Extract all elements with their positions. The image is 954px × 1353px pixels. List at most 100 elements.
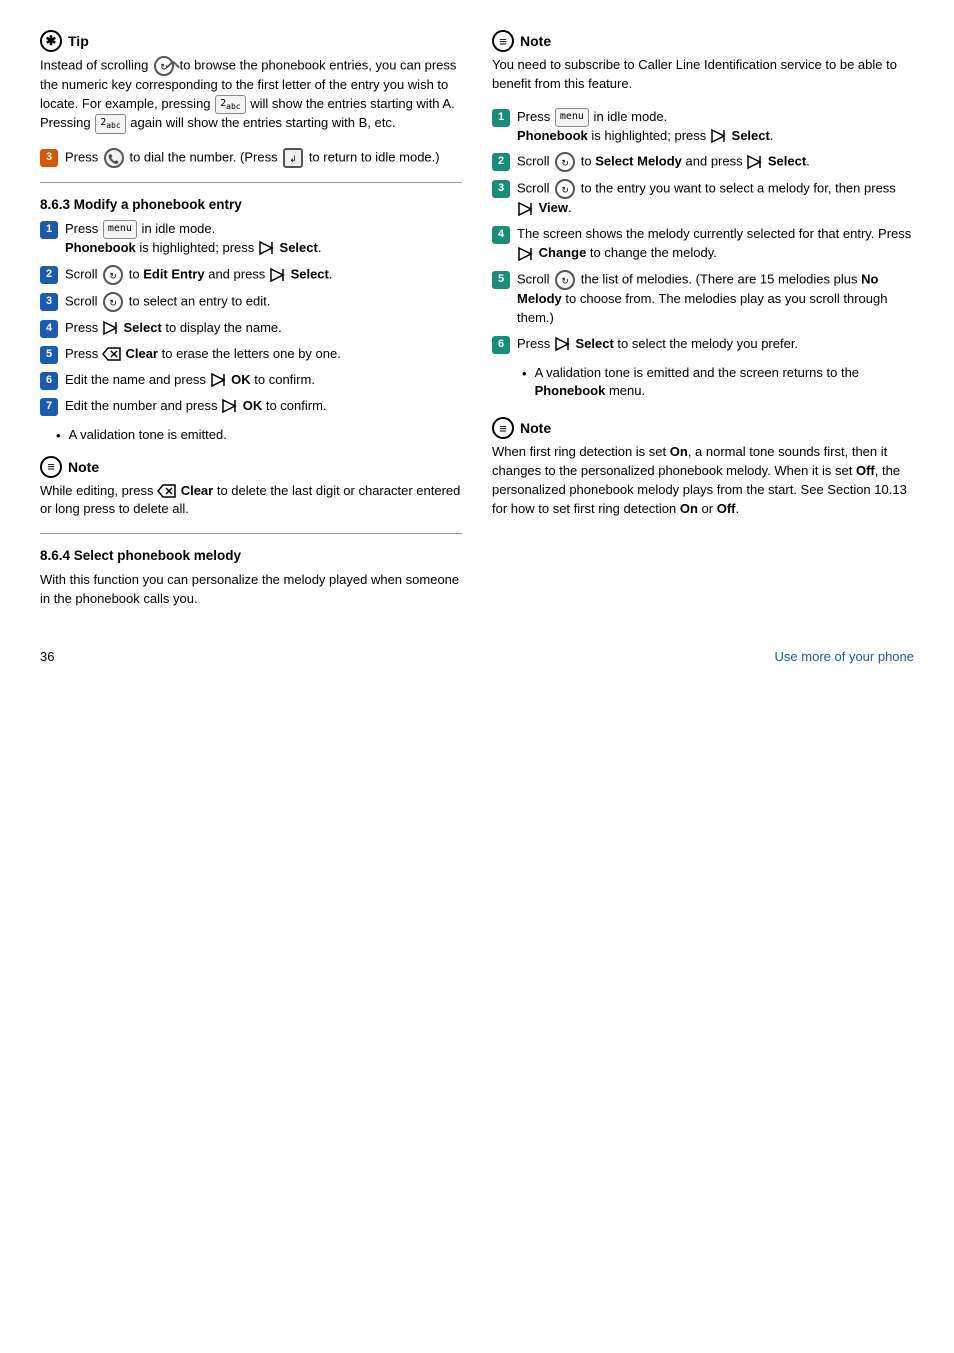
menu-btn: menu: [103, 220, 137, 239]
note-icon-editing: ≡: [40, 456, 62, 478]
bullet-dot: •: [56, 427, 61, 446]
step-863-2: 2 Scroll ↻ to Edit Entry and press Selec…: [40, 265, 462, 285]
section-863-steps: 1 Press menu in idle mode. Phonebook is …: [40, 220, 462, 416]
scroll-icon-3: ↻: [103, 292, 123, 312]
scroll-icon-2: ↻: [103, 265, 123, 285]
select-btn-r2: [746, 154, 764, 170]
scroll-icon-r2: ↻: [555, 152, 575, 172]
step-863-1: 1 Press menu in idle mode. Phonebook is …: [40, 220, 462, 258]
note-right-content: You need to subscribe to Caller Line Ide…: [492, 56, 914, 94]
select-btn-r3: [517, 201, 535, 217]
step-num-right-2: 2: [492, 153, 510, 171]
step-text-863-1: Press menu in idle mode. Phonebook is hi…: [65, 220, 321, 258]
page-footer: 36 Use more of your phone: [40, 649, 914, 664]
talk-icon: 📞: [104, 148, 124, 168]
footer-section: Use more of your phone: [775, 649, 914, 664]
note-right-label: Note: [520, 33, 551, 49]
note-editing-label: Note: [68, 459, 99, 475]
863-bullet: • A validation tone is emitted.: [40, 426, 462, 446]
note-editing-header: ≡ Note: [40, 456, 462, 478]
step-num-863-3: 3: [40, 293, 58, 311]
step-num-863-5: 5: [40, 346, 58, 364]
clear-btn-note: [157, 483, 177, 499]
select-btn-4: [102, 320, 120, 336]
ok-btn-7: [221, 398, 239, 414]
right-bullet: • A validation tone is emitted and the s…: [492, 364, 914, 402]
step-863-7: 7 Edit the number and press OK to confir…: [40, 397, 462, 416]
divider-2: [40, 533, 462, 534]
step-text-863-4: Press Select to display the name.: [65, 319, 282, 338]
menu-btn-r1: menu: [555, 108, 589, 127]
step-text-863-6: Edit the name and press OK to confirm.: [65, 371, 315, 390]
step-text-right-2: Scroll ↻ to Select Melody and press Sele…: [517, 152, 810, 172]
left-column: ✱ Tip Instead of scrolling ↻ to browse t…: [40, 30, 462, 609]
scroll-icon-r5: ↻: [555, 270, 575, 290]
note-editing-content: While editing, press Clear to delete the…: [40, 482, 462, 520]
right-column: ≡ Note You need to subscribe to Caller L…: [492, 30, 914, 609]
section-864-header: 8.6.4 Select phonebook melody: [40, 548, 462, 563]
step-863-3: 3 Scroll ↻ to select an entry to edit.: [40, 292, 462, 312]
scroll-icon-r3: ↻: [555, 179, 575, 199]
page-layout: ✱ Tip Instead of scrolling ↻ to browse t…: [40, 30, 914, 609]
step-right-6: 6 Press Select to select the melody you …: [492, 335, 914, 354]
step-text-tip3: Press 📞 to dial the number. (Press ↲ to …: [65, 148, 440, 168]
note-bottom-right: ≡ Note When first ring detection is set …: [492, 417, 914, 518]
step-num-right-1: 1: [492, 109, 510, 127]
step-text-right-5: Scroll ↻ the list of melodies. (There ar…: [517, 270, 914, 328]
step-863-6: 6 Edit the name and press OK to confirm.: [40, 371, 462, 390]
right-bullet-text: A validation tone is emitted and the scr…: [535, 364, 914, 402]
note-editing: ≡ Note While editing, press Clear to del…: [40, 456, 462, 520]
right-steps-list: 1 Press menu in idle mode. Phonebook is …: [492, 108, 914, 354]
step-num-right-5: 5: [492, 271, 510, 289]
divider-1: [40, 182, 462, 183]
tip-box: ✱ Tip Instead of scrolling ↻ to browse t…: [40, 30, 462, 134]
step-num-863-1: 1: [40, 221, 58, 239]
step-num-right-6: 6: [492, 336, 510, 354]
step-num-863-4: 4: [40, 320, 58, 338]
right-bullet-dot: •: [522, 365, 527, 402]
tip-label: Tip: [68, 33, 89, 49]
step-right-1: 1 Press menu in idle mode. Phonebook is …: [492, 108, 914, 146]
step-num-right-3: 3: [492, 180, 510, 198]
tip-header: ✱ Tip: [40, 30, 462, 52]
step-right-4: 4 The screen shows the melody currently …: [492, 225, 914, 263]
ok-btn-6: [210, 372, 228, 388]
step-863-4: 4 Press Select to display the name.: [40, 319, 462, 338]
section-863-header: 8.6.3 Modify a phonebook entry: [40, 197, 462, 212]
note-bottom-header: ≡ Note: [492, 417, 914, 439]
note-right-header: ≡ Note: [492, 30, 914, 52]
key-2abc-2: 2abc: [95, 114, 125, 134]
change-btn-r4: [517, 246, 535, 262]
step-num-tip3: 3: [40, 149, 58, 167]
step-text-right-3: Scroll ↻ to the entry you want to select…: [517, 179, 914, 218]
note-bottom-label: Note: [520, 420, 551, 436]
step-text-863-2: Scroll ↻ to Edit Entry and press Select.: [65, 265, 333, 285]
select-btn-1: [258, 240, 276, 256]
note-bottom-content: When first ring detection is set On, a n…: [492, 443, 914, 518]
step-right-5: 5 Scroll ↻ the list of melodies. (There …: [492, 270, 914, 328]
key-2abc: 2abc: [215, 95, 245, 115]
step-right-3: 3 Scroll ↻ to the entry you want to sele…: [492, 179, 914, 218]
scroll-icon: ↻: [154, 56, 174, 76]
tip-step-3: 3 Press 📞 to dial the number. (Press ↲ t…: [40, 148, 462, 168]
note-right-top: ≡ Note You need to subscribe to Caller L…: [492, 30, 914, 94]
select-btn-2: [269, 267, 287, 283]
page-number: 36: [40, 649, 54, 664]
tip-content: Instead of scrolling ↻ to browse the pho…: [40, 56, 462, 134]
step-num-863-6: 6: [40, 372, 58, 390]
note-icon-bottom: ≡: [492, 417, 514, 439]
step-text-right-4: The screen shows the melody currently se…: [517, 225, 914, 263]
step-text-right-1: Press menu in idle mode. Phonebook is hi…: [517, 108, 773, 146]
step-text-863-3: Scroll ↻ to select an entry to edit.: [65, 292, 270, 312]
tip-icon: ✱: [40, 30, 62, 52]
step-text-right-6: Press Select to select the melody you pr…: [517, 335, 798, 354]
step-text-863-5: Press Clear to erase the letters one by …: [65, 345, 341, 364]
step-num-863-7: 7: [40, 398, 58, 416]
clear-btn-5: [102, 346, 122, 362]
step-num-right-4: 4: [492, 226, 510, 244]
863-bullet-text: A validation tone is emitted.: [69, 426, 227, 446]
step-right-2: 2 Scroll ↻ to Select Melody and press Se…: [492, 152, 914, 172]
select-btn-r1: [710, 128, 728, 144]
step-num-863-2: 2: [40, 266, 58, 284]
select-btn-r6: [554, 336, 572, 352]
